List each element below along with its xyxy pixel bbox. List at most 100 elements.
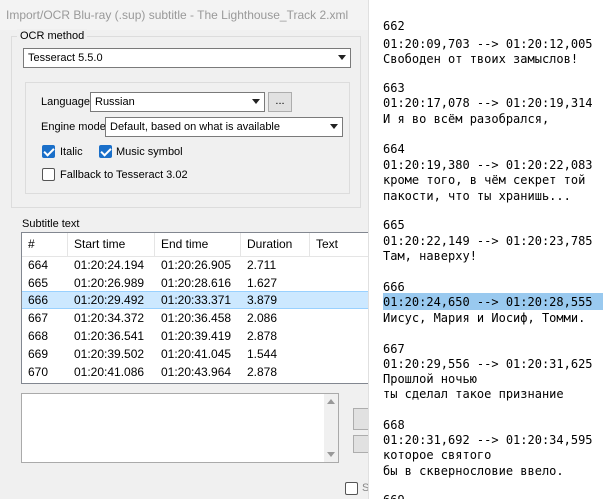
- cell-start: 01:20:24.194: [74, 258, 145, 272]
- srt-line: 01:20:29,556 --> 01:20:31,625: [383, 357, 593, 371]
- cell-text: [310, 309, 316, 327]
- music-symbol-label: Music symbol: [116, 146, 183, 158]
- cell-text: [310, 327, 316, 345]
- window-title: Import/OCR Blu-ray (.sup) subtitle - The…: [0, 0, 368, 30]
- srt-line: И я во всём разобрался,: [383, 112, 550, 126]
- cell-end: 01:20:28.616: [161, 276, 232, 290]
- cell-start: 01:20:34.372: [74, 311, 145, 325]
- column-header-number[interactable]: #: [22, 233, 68, 257]
- srt-line: 663: [383, 81, 405, 95]
- srt-line: 667: [383, 342, 405, 356]
- chevron-down-icon: [252, 99, 260, 104]
- cell-end: 01:20:33.371: [161, 293, 232, 307]
- cell-text: [310, 363, 316, 381]
- ocr-method-label: OCR method: [17, 29, 88, 43]
- srt-line: ты сделал такое признание: [383, 387, 564, 401]
- srt-line: 01:20:19,380 --> 01:20:22,083: [383, 158, 593, 172]
- cell-end: 01:20:36.458: [161, 311, 232, 325]
- srt-text-editor[interactable]: 662 01:20:09,703 --> 01:20:12,005 Свобод…: [368, 0, 613, 499]
- table-row[interactable]: 665 01:20:26.989 01:20:28.616 1.627: [22, 274, 369, 292]
- cell-number: 664: [28, 258, 49, 272]
- language-more-button[interactable]: ...: [268, 92, 292, 112]
- partial-button[interactable]: [353, 435, 368, 453]
- cell-start: 01:20:26.989: [74, 276, 145, 290]
- italic-label: Italic: [60, 146, 83, 158]
- cell-duration: 2.711: [247, 258, 277, 272]
- srt-line: 669: [383, 492, 405, 499]
- table-row[interactable]: 669 01:20:39.502 01:20:41.045 1.544: [22, 345, 369, 363]
- cell-start: 01:20:36.541: [74, 329, 145, 343]
- srt-line-selected: 01:20:24,650 --> 01:20:28,555: [383, 295, 593, 309]
- cell-number: 666: [28, 293, 49, 307]
- srt-line: кроме того, в чём секрет той: [383, 173, 586, 187]
- cell-start: 01:20:39.502: [74, 347, 145, 361]
- cell-start: 01:20:29.492: [74, 293, 145, 307]
- fallback-checkbox[interactable]: [42, 168, 55, 181]
- srt-line: Прошлой ночью: [383, 372, 477, 386]
- srt-line: 01:20:22,149 --> 01:20:23,785: [383, 234, 593, 248]
- italic-checkbox[interactable]: [42, 145, 55, 158]
- cell-text: [310, 292, 316, 310]
- column-header-text[interactable]: Text: [310, 233, 369, 257]
- srt-line: 668: [383, 418, 405, 432]
- subtitle-table[interactable]: # Start time End time Duration Text 664 …: [21, 232, 370, 384]
- engine-mode-select[interactable]: Default, based on what is available: [105, 117, 343, 137]
- srt-line: 01:20:17,078 --> 01:20:19,314: [383, 96, 593, 110]
- srt-line: 01:20:09,703 --> 01:20:12,005: [383, 37, 593, 51]
- chevron-down-icon: [330, 124, 338, 129]
- table-row[interactable]: 670 01:20:41.086 01:20:43.964 2.878: [22, 363, 369, 381]
- fallback-label: Fallback to Tesseract 3.02: [60, 169, 188, 181]
- engine-mode-label: Engine mode: [41, 121, 106, 133]
- srt-line: 662: [383, 19, 405, 33]
- cell-number: 667: [28, 311, 49, 325]
- cell-text: [310, 256, 316, 274]
- column-header-start[interactable]: Start time: [68, 233, 155, 257]
- cell-text: [310, 345, 316, 363]
- cell-duration: 1.544: [247, 347, 278, 361]
- cell-end: 01:20:26.905: [161, 258, 232, 272]
- scroll-down-icon[interactable]: [327, 452, 335, 457]
- srt-line: бы в сквернословие ввело.: [383, 464, 564, 478]
- partial-button[interactable]: [353, 408, 368, 430]
- partial-checkbox[interactable]: [345, 482, 358, 495]
- cell-duration: 2.878: [247, 329, 278, 343]
- subtitle-text-label: Subtitle text: [22, 218, 80, 230]
- subtitle-edit-textbox[interactable]: [21, 393, 339, 463]
- scroll-up-icon[interactable]: [327, 399, 335, 404]
- table-header: # Start time End time Duration Text: [22, 233, 369, 257]
- cell-duration: 2.878: [247, 365, 278, 379]
- textbox-scrollbar[interactable]: [324, 394, 338, 462]
- srt-line: 666: [383, 280, 405, 294]
- column-header-end[interactable]: End time: [155, 233, 241, 257]
- srt-line: 664: [383, 142, 405, 156]
- language-value: Russian: [95, 96, 135, 108]
- srt-line: 01:20:31,692 --> 01:20:34,595: [383, 433, 593, 447]
- engine-mode-value: Default, based on what is available: [110, 121, 280, 133]
- cell-duration: 2.086: [247, 311, 278, 325]
- cell-number: 668: [28, 329, 49, 343]
- srt-line: которое святого: [383, 448, 492, 462]
- ocr-method-select[interactable]: Tesseract 5.5.0: [23, 48, 351, 68]
- chevron-down-icon: [338, 55, 346, 60]
- ocr-method-value: Tesseract 5.5.0: [28, 52, 103, 64]
- srt-line: Иисус, Мария и Иосиф, Томми.: [383, 311, 586, 325]
- srt-line: пакости, что ты хранишь...: [383, 189, 571, 203]
- cell-duration: 3.879: [247, 293, 278, 307]
- table-row[interactable]: 667 01:20:34.372 01:20:36.458 2.086: [22, 309, 369, 327]
- table-row[interactable]: 668 01:20:36.541 01:20:39.419 2.878: [22, 327, 369, 345]
- cell-number: 670: [28, 365, 49, 379]
- table-row[interactable]: 664 01:20:24.194 01:20:26.905 2.711: [22, 256, 369, 274]
- cell-end: 01:20:41.045: [161, 347, 232, 361]
- srt-line: Там, наверху!: [383, 249, 477, 263]
- cell-end: 01:20:43.964: [161, 365, 232, 379]
- cell-number: 665: [28, 276, 49, 290]
- table-row-selected[interactable]: 666 01:20:29.492 01:20:33.371 3.879: [22, 291, 369, 309]
- column-header-duration[interactable]: Duration: [241, 233, 310, 257]
- cell-start: 01:20:41.086: [74, 365, 145, 379]
- language-select[interactable]: Russian: [90, 92, 265, 112]
- cell-duration: 1.627: [247, 276, 278, 290]
- cell-end: 01:20:39.419: [161, 329, 232, 343]
- language-label: Language: [41, 96, 90, 108]
- cell-text: [310, 274, 316, 292]
- music-symbol-checkbox[interactable]: [99, 145, 112, 158]
